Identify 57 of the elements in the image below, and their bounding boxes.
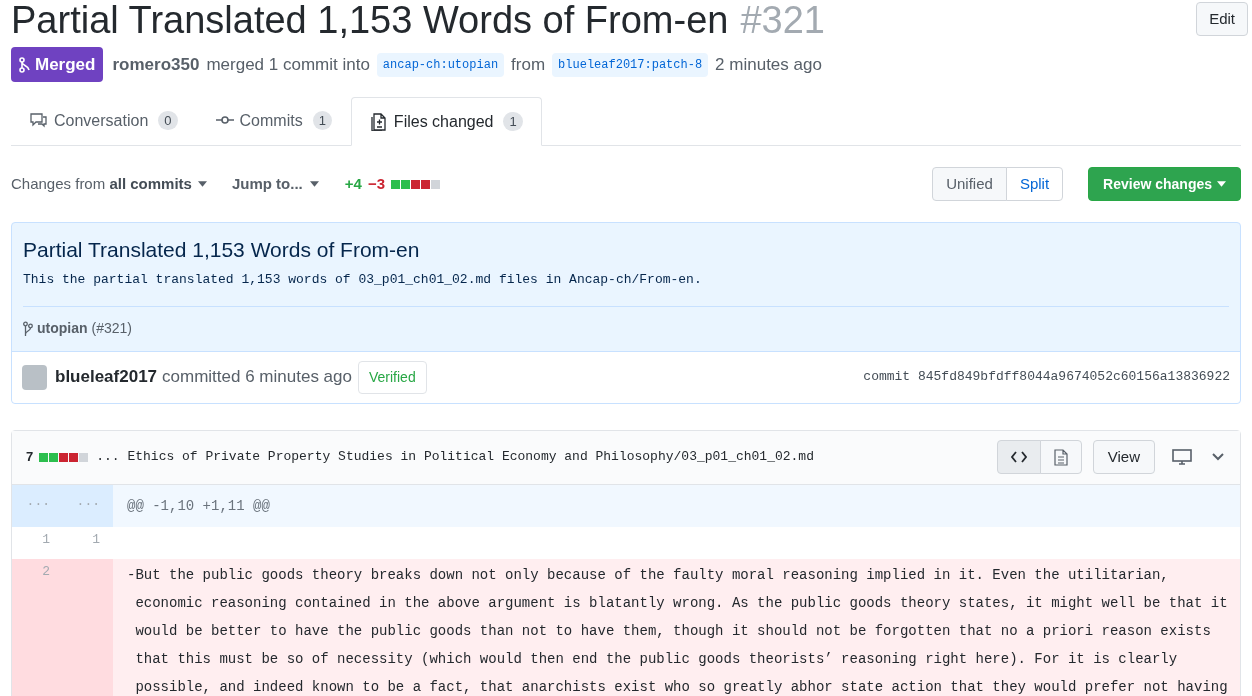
commit-title: Partial Translated 1,153 Words of From-en [23, 237, 421, 263]
line-number: 1 [91, 530, 101, 549]
pr-reference: (#321) [91, 319, 132, 338]
line-number: ... [25, 492, 51, 511]
view-mode-toggle[interactable]: Unified [932, 167, 1007, 201]
timestamp: 2 minutes ago [715, 53, 822, 76]
tab[interactable]: Conversation 0 [11, 96, 197, 145]
merged-badge: Merged [11, 47, 104, 82]
pr-number: #321 [740, 0, 825, 43]
desktop-icon [1172, 449, 1192, 465]
commit-author[interactable]: blueleaf2017 [55, 364, 158, 390]
pr-title: Partial Translated 1,153 Words of From-en [11, 0, 729, 43]
file-path: ... Ethics of Private Property Studies in Political Economy and Philosophy/03_p01_ch01_02.md [96, 448, 814, 467]
source-view-button[interactable] [996, 440, 1041, 474]
code-line: -But the public goods theory breaks down not only because of the faulty moral reasoning implied in it. Even the utilitarian, [127, 565, 1170, 585]
commit-description: This the partial translated 1,153 words of 03_p01_ch01_02.md files in Ancap-ch/From-en. [23, 271, 703, 289]
changes-from-dropdown[interactable]: Changes from all commits [11, 172, 207, 196]
commit-sha: commit 845fd849bfdff8044a9674052c60156a13836922 [863, 368, 1230, 387]
branch-label: blueleaf2017:patch-8 [552, 52, 709, 77]
meta-text: merged 1 commit into [206, 53, 370, 76]
meta-text: from [511, 53, 546, 76]
code-line: possible, and indeed known to be a fact, that anarchists exist who so greatly abhor state action that they would prefer not having [134, 677, 1229, 696]
tab-counter: 0 [158, 111, 178, 130]
code-line: economic reasoning contained in the above argument is blatantly wrong. As the public goods theory states, it might well be that it [134, 593, 1229, 613]
edit-button[interactable]: Edit [1196, 2, 1248, 36]
view-file-button[interactable]: View [1092, 440, 1155, 474]
line-number: 1 [41, 530, 51, 549]
code-line: that this must be so of necessity (which would then end the public goods theorists’ reasoning right here). For it is clearly [134, 649, 1179, 669]
document-icon [1053, 448, 1068, 466]
caret-icon [197, 181, 207, 187]
view-mode-toggle[interactable]: Split [1005, 167, 1064, 201]
code-icon [1010, 451, 1027, 463]
caret-icon [309, 181, 319, 187]
deletions-count: −3 [367, 173, 385, 194]
commit-time: committed 6 minutes ago [162, 366, 352, 389]
branch-name: utopian [37, 319, 88, 338]
code-line: would be better to have the public goods than not to have them, though it should not be forgotten that no a priori reason exists [134, 621, 1212, 641]
jump-to-dropdown[interactable]: Jump to... [231, 172, 319, 196]
verified-badge: Verified [358, 360, 427, 394]
line-number: ... [75, 492, 101, 511]
caret-icon [1217, 181, 1226, 187]
tab-counter: 1 [503, 112, 523, 131]
comment-icon [30, 111, 48, 130]
file-diff-icon [369, 112, 388, 131]
line-number: 2 [41, 562, 51, 581]
changes-count: 7 [26, 448, 34, 467]
branch-label: ancap-ch:utopian [376, 52, 505, 77]
tab-counter: 1 [312, 111, 332, 130]
additions-count: +4 [344, 173, 362, 194]
hunk-header: @@ -1,10 +1,11 @@ [127, 496, 271, 516]
tab[interactable]: Commits 1 [196, 96, 351, 145]
author-link[interactable]: romero350 [112, 51, 200, 78]
avatar [22, 364, 47, 390]
chevron-down-icon [1212, 453, 1224, 461]
branch-icon [23, 320, 33, 337]
merge-icon [19, 56, 31, 73]
tab[interactable]: Files changed 1 [350, 97, 542, 146]
